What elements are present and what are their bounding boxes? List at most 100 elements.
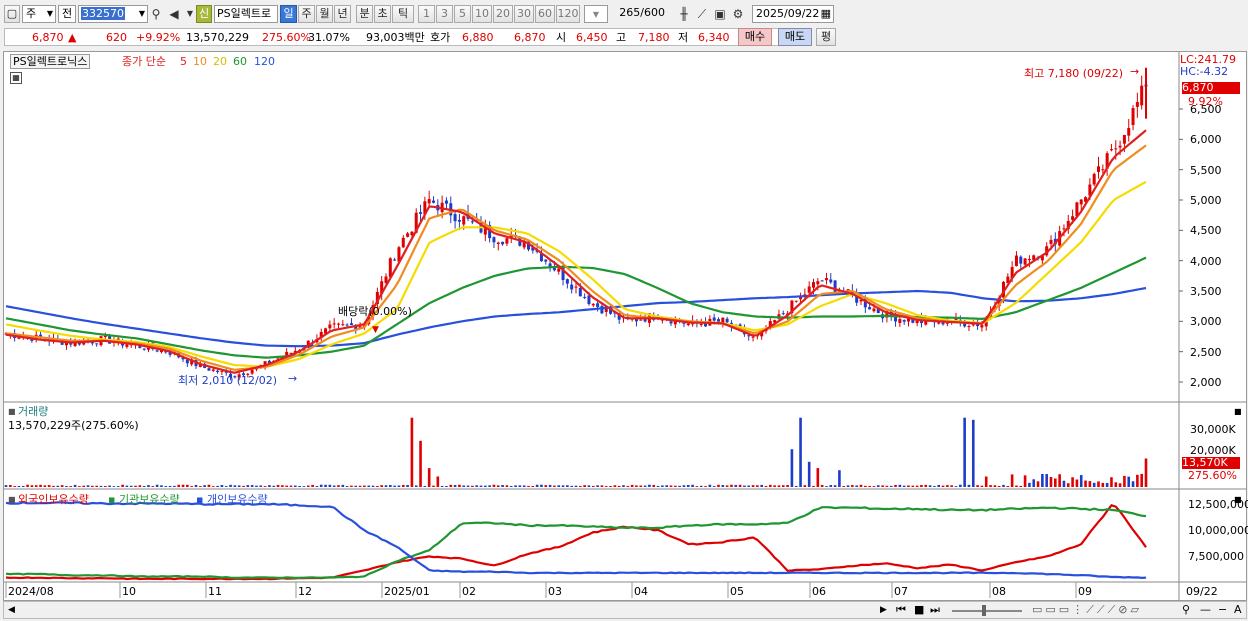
interval-5-button[interactable]: 5 — [454, 5, 471, 23]
volume-bar — [613, 485, 617, 487]
chart-area[interactable]: PS일렉트로닉스 종가 단순 5 10 20 60 120 ▦ 최고 7,180… — [3, 51, 1248, 601]
high-price: 7,180 — [638, 31, 670, 44]
volume-bar — [1028, 482, 1031, 487]
candle-body — [501, 241, 505, 245]
period-year-button[interactable]: 년 — [334, 5, 351, 23]
low-price: 6,340 — [698, 31, 730, 44]
period-month-button[interactable]: 월 — [316, 5, 333, 23]
turnover-value: 31.07% — [308, 31, 350, 44]
search-icon[interactable]: ⚲ — [148, 5, 164, 23]
volume-bar — [760, 484, 763, 487]
volume-bar — [639, 485, 643, 487]
code-input[interactable]: 332570 ▼ — [78, 5, 148, 23]
candle-body — [583, 297, 587, 299]
holding-layer — [5, 501, 1147, 581]
zoom-icon[interactable]: ⚲ — [1182, 603, 1190, 616]
volume-bar — [626, 485, 630, 487]
period-week-button[interactable]: 주 — [298, 5, 315, 23]
candle-body — [794, 300, 798, 302]
candle-body — [142, 348, 146, 350]
first-icon[interactable]: ⏮ — [896, 603, 906, 616]
volume-bar — [790, 449, 794, 487]
volume-bar — [1105, 482, 1109, 487]
volume-bar — [838, 470, 841, 487]
volume-bar — [674, 485, 677, 487]
volume-readout: 13,570,229주(275.60%) — [8, 419, 139, 432]
volume-bar — [345, 486, 349, 487]
volume-bar — [820, 484, 824, 487]
volume-layer — [4, 417, 1148, 487]
candle-body — [328, 324, 332, 329]
candle-body — [1109, 149, 1113, 151]
layout-icon[interactable]: ▢ — [4, 5, 20, 23]
date-input[interactable]: 2025/09/22 ▦ — [752, 5, 834, 23]
candle-body — [401, 237, 405, 248]
candle-body — [751, 336, 755, 338]
interval-1-button[interactable]: 1 — [418, 5, 435, 23]
sell-button[interactable]: 매도 — [778, 28, 812, 46]
gear-icon[interactable]: ⚙ — [730, 5, 746, 23]
interval-3-button[interactable]: 3 — [436, 5, 453, 23]
zoom-slider[interactable] — [952, 610, 1022, 612]
interval-10-button[interactable]: 10 — [472, 5, 492, 23]
candle-body — [444, 200, 448, 204]
zoom-slider-handle[interactable] — [982, 605, 986, 616]
table-icon[interactable]: ▦ — [10, 72, 22, 84]
volume-bar — [95, 485, 98, 487]
interval-120-button[interactable]: 120 — [556, 5, 580, 23]
speaker-icon[interactable]: ◀ — [166, 5, 182, 23]
save-icon[interactable]: ▣ — [712, 5, 728, 23]
volume-bar — [574, 485, 578, 487]
period-day-button[interactable]: 일 — [280, 5, 297, 23]
panel-close-icon[interactable]: ■ — [1234, 493, 1242, 506]
buy-button[interactable]: 매수 — [738, 28, 772, 46]
period-tick-button[interactable]: 틱 — [392, 5, 414, 23]
period-second-button[interactable]: 초 — [374, 5, 391, 23]
type2-button[interactable]: 전 — [58, 5, 76, 23]
volume-bar — [129, 485, 133, 487]
volume-bar — [125, 485, 129, 487]
volume-bar — [557, 485, 561, 487]
interval-select[interactable]: ▼ — [584, 5, 608, 23]
scroll-left-icon[interactable]: ◀ — [8, 604, 15, 617]
volume-bar — [1054, 478, 1057, 487]
volume-bar — [876, 485, 880, 487]
institution-holding-label: 기관보유수량 — [118, 493, 180, 506]
type-select[interactable]: 주 ▼ — [22, 5, 56, 23]
scroll-right-icon[interactable]: ▶ — [880, 604, 887, 617]
candle-body — [820, 280, 824, 282]
candle-body — [90, 342, 94, 344]
volume-bar — [1045, 474, 1048, 487]
volume-bar — [1118, 483, 1122, 487]
volume-bar — [91, 485, 94, 487]
candle-body — [1019, 256, 1023, 264]
count-display[interactable]: 265/600 — [612, 5, 668, 23]
candle-body — [341, 324, 345, 326]
volume-bar — [367, 485, 371, 487]
interval-60-button[interactable]: 60 — [535, 5, 555, 23]
period-minute-button[interactable]: 분 — [356, 5, 373, 23]
minus-icon[interactable]: — — [1200, 603, 1211, 616]
minus2-icon[interactable]: − — [1218, 603, 1227, 616]
panel-close-icon[interactable]: ■ — [1234, 405, 1242, 418]
volume-bar — [69, 486, 73, 487]
interval-30-button[interactable]: 30 — [514, 5, 534, 23]
candle-body — [902, 320, 906, 322]
last-icon[interactable]: ⏭ — [930, 603, 940, 616]
interval-20-button[interactable]: 20 — [493, 5, 513, 23]
chart-scrollbar[interactable]: ◀ ▶ ⏮ ■ ⏭ ▭▭▭⋮⟋⟋⟋⊘▱ ⚲ — − A — [3, 601, 1247, 619]
candle-icon[interactable]: ╫ — [676, 5, 692, 23]
price-change-pct: +9.92% — [136, 31, 181, 44]
avg-button[interactable]: 평 — [816, 28, 836, 46]
font-icon[interactable]: A — [1234, 603, 1242, 616]
volume-bar — [743, 485, 746, 487]
volume-bar — [548, 484, 552, 487]
volume-bar — [661, 485, 664, 487]
drawing-tools-icons[interactable]: ▭▭▭⋮⟋⟋⟋⊘▱ — [1032, 603, 1142, 616]
volume-bar — [268, 485, 271, 487]
draw-line-icon[interactable]: ⟋ — [694, 5, 710, 23]
stop-icon[interactable]: ■ — [914, 603, 924, 616]
stock-legend[interactable]: PS일렉트로닉스 — [10, 54, 91, 69]
volume-bar — [708, 484, 712, 487]
volume-bar — [859, 484, 863, 487]
